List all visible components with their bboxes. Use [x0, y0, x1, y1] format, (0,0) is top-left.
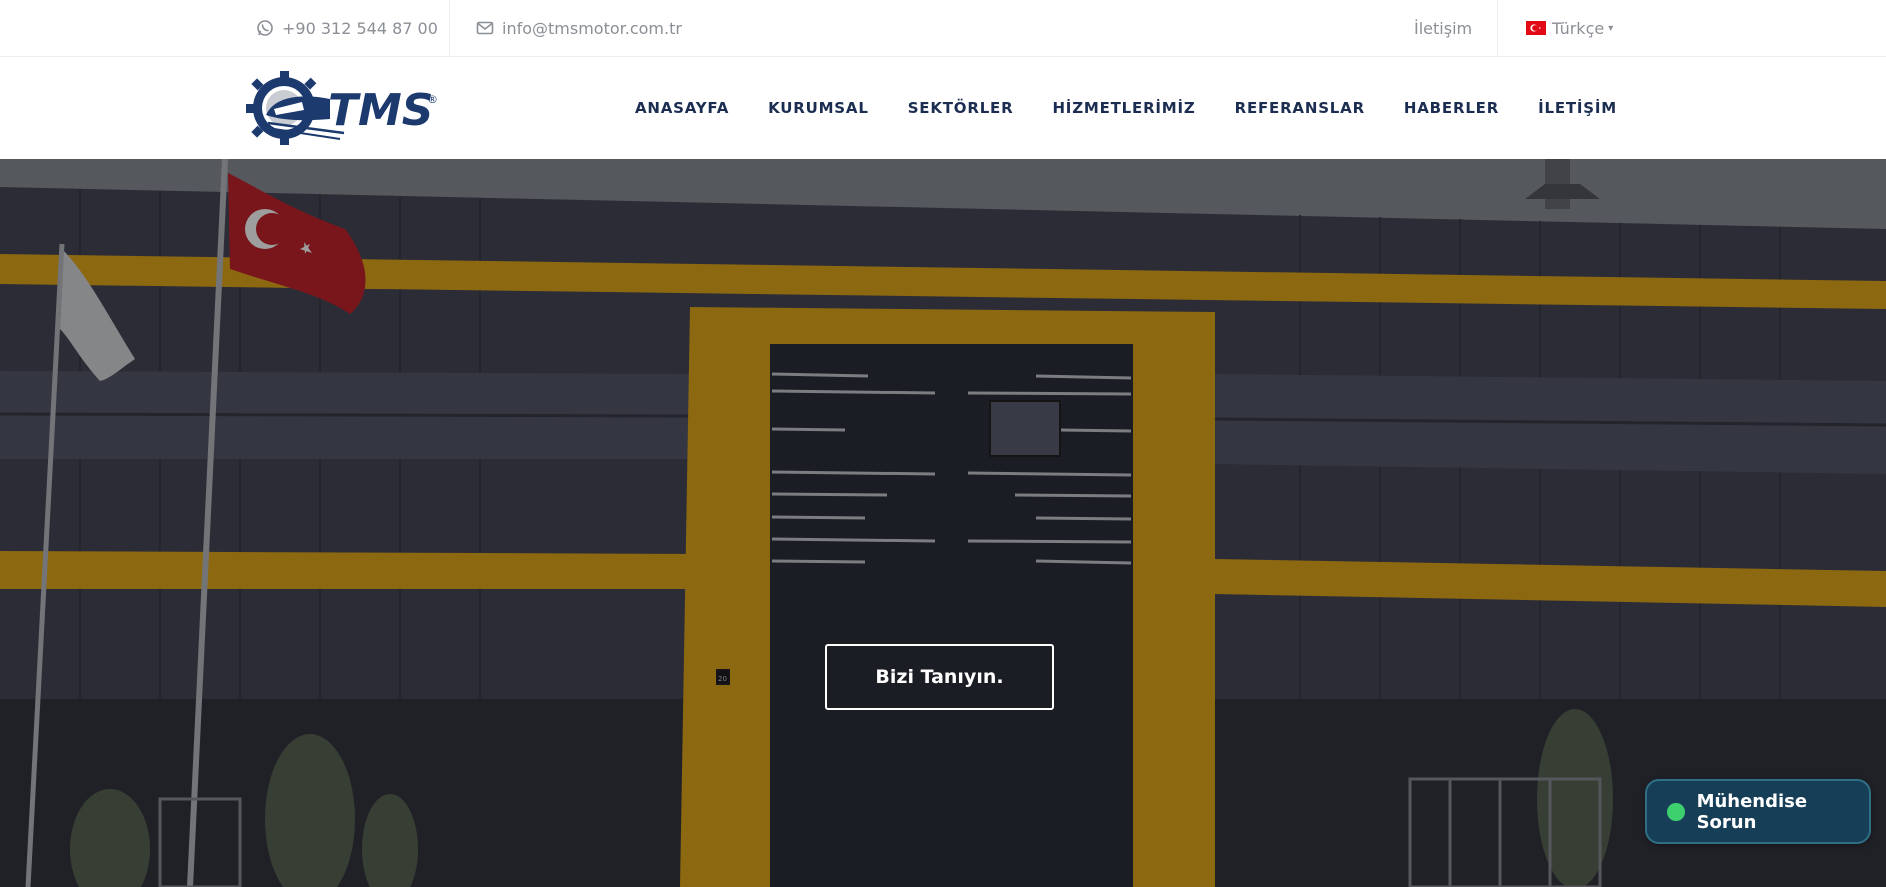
logo[interactable]: TMS ®	[244, 69, 440, 147]
ask-engineer-label: Mühendise Sorun	[1696, 790, 1808, 833]
language-selector[interactable]: Türkçe ▾	[1526, 0, 1613, 56]
nav-item-sectors[interactable]: SEKTÖRLER	[908, 99, 1014, 117]
divider	[1497, 0, 1498, 56]
nav-item-corporate[interactable]: KURUMSAL	[768, 99, 869, 117]
main-nav: ANASAYFA KURUMSAL SEKTÖRLER HİZMETLERİMİ…	[596, 57, 1617, 159]
phone-link[interactable]: +90 312 544 87 00	[256, 0, 438, 56]
language-label: Türkçe	[1552, 18, 1605, 38]
nav-item-references[interactable]: REFERANSLAR	[1235, 99, 1365, 117]
hero-overlay	[0, 159, 1886, 887]
hero-banner: 20	[0, 159, 1886, 887]
top-bar: +90 312 544 87 00 info@tmsmotor.com.tr İ…	[0, 0, 1886, 57]
chevron-down-icon: ▾	[1608, 22, 1614, 34]
ask-engineer-widget[interactable]: Mühendise Sorun	[1645, 779, 1871, 844]
contact-link[interactable]: İletişim	[1414, 0, 1472, 56]
whatsapp-icon	[256, 19, 274, 37]
email-address: info@tmsmotor.com.tr	[502, 18, 682, 38]
svg-text:®: ®	[427, 93, 438, 106]
envelope-icon	[476, 19, 494, 37]
nav-item-contact[interactable]: İLETİŞİM	[1538, 99, 1617, 117]
nav-item-news[interactable]: HABERLER	[1404, 99, 1499, 117]
about-us-button[interactable]: Bizi Tanıyın.	[825, 644, 1054, 710]
turkey-flag-icon	[1526, 21, 1546, 35]
nav-item-services[interactable]: HİZMETLERİMİZ	[1052, 99, 1195, 117]
svg-text:TMS: TMS	[328, 85, 434, 136]
divider	[449, 0, 450, 56]
online-status-icon	[1667, 802, 1685, 821]
nav-item-home[interactable]: ANASAYFA	[635, 99, 729, 117]
email-link[interactable]: info@tmsmotor.com.tr	[476, 0, 682, 56]
phone-number: +90 312 544 87 00	[282, 18, 438, 38]
